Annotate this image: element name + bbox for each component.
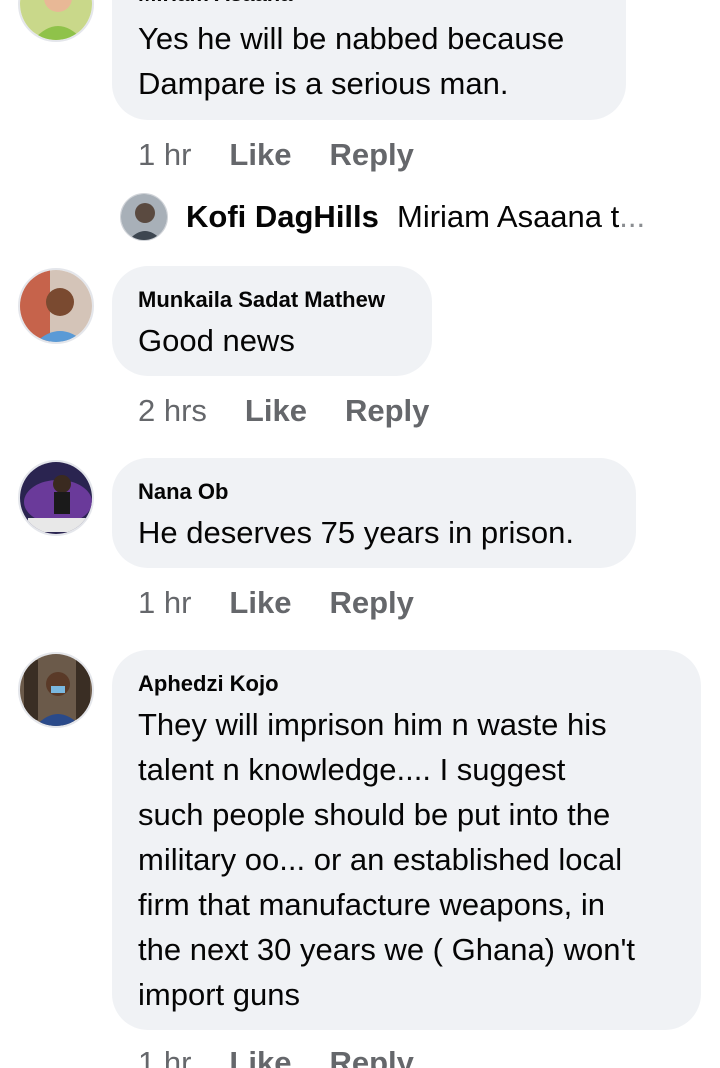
comment-text: They will imprison him n waste his talen… (138, 702, 675, 1017)
comment-text-line: the next 30 years we ( Ghana) won't (138, 932, 636, 967)
reply-ellipsis: ... (619, 199, 646, 234)
comment-actions: 1 hr Like Reply (138, 1045, 414, 1068)
avatar-photo-icon (121, 194, 167, 240)
comment-text-line: Good news (138, 323, 295, 358)
comment-time[interactable]: 2 hrs (138, 393, 207, 429)
comment-time[interactable]: 1 hr (138, 137, 191, 173)
comment-bubble[interactable]: Miriam Asaana Yes he will be nabbed beca… (112, 0, 626, 120)
avatar[interactable] (18, 652, 94, 728)
comment-bubble[interactable]: Aphedzi Kojo They will imprison him n wa… (112, 650, 701, 1030)
comment-actions: 1 hr Like Reply (138, 585, 414, 621)
reply-preview[interactable]: Kofi DagHills Miriam Asaana t... (120, 193, 680, 243)
reply-snippet-text: Miriam Asaana t (397, 199, 620, 234)
avatar[interactable] (18, 268, 94, 344)
comment-text: He deserves 75 years in prison. (138, 510, 610, 555)
comment-text-line: Yes he will be nabbed because (138, 21, 565, 56)
comment-bubble[interactable]: Nana Ob He deserves 75 years in prison. (112, 458, 636, 568)
comment-text-line: He deserves 75 years in prison. (138, 515, 574, 550)
comment-author[interactable]: Aphedzi Kojo (138, 670, 675, 698)
comment-text-line: firm that manufacture weapons, in (138, 887, 605, 922)
comment-text: Yes he will be nabbed because Dampare is… (138, 16, 600, 106)
reply-author[interactable]: Kofi DagHills (186, 199, 379, 235)
avatar-photo-icon (20, 462, 92, 534)
like-button[interactable]: Like (229, 137, 291, 173)
comment-author[interactable]: Miriam Asaana (138, 0, 600, 8)
reply-button[interactable]: Reply (329, 137, 413, 173)
comment-time[interactable]: 1 hr (138, 1045, 191, 1068)
avatar[interactable] (18, 460, 94, 536)
comment-actions: 2 hrs Like Reply (138, 393, 429, 429)
reply-button[interactable]: Reply (329, 1045, 413, 1068)
comment-text-line: Dampare is a serious man. (138, 66, 509, 101)
avatar-photo-icon (20, 654, 92, 726)
comment-text-line: talent n knowledge.... I suggest (138, 752, 566, 787)
comment-author[interactable]: Nana Ob (138, 478, 610, 506)
comment-time[interactable]: 1 hr (138, 585, 191, 621)
reply-button[interactable]: Reply (345, 393, 429, 429)
reply-snippet[interactable]: Miriam Asaana t... (397, 199, 667, 235)
avatar-photo-icon (20, 0, 92, 40)
comment-text-line: import guns (138, 977, 300, 1012)
like-button[interactable]: Like (229, 585, 291, 621)
comments-thread: Miriam Asaana Yes he will be nabbed beca… (0, 0, 720, 1068)
avatar-photo-icon (20, 270, 92, 342)
like-button[interactable]: Like (245, 393, 307, 429)
comment-actions: 1 hr Like Reply (138, 137, 414, 173)
comment-author[interactable]: Munkaila Sadat Mathew (138, 286, 406, 314)
avatar[interactable] (18, 0, 94, 42)
comment-text-line: such people should be put into the (138, 797, 611, 832)
comment-text-line: They will imprison him n waste his (138, 707, 607, 742)
like-button[interactable]: Like (229, 1045, 291, 1068)
comment-text-line: military oo... or an established local (138, 842, 623, 877)
comment-bubble[interactable]: Munkaila Sadat Mathew Good news (112, 266, 432, 376)
reply-button[interactable]: Reply (329, 585, 413, 621)
comment-text: Good news (138, 318, 406, 363)
avatar[interactable] (120, 193, 168, 241)
